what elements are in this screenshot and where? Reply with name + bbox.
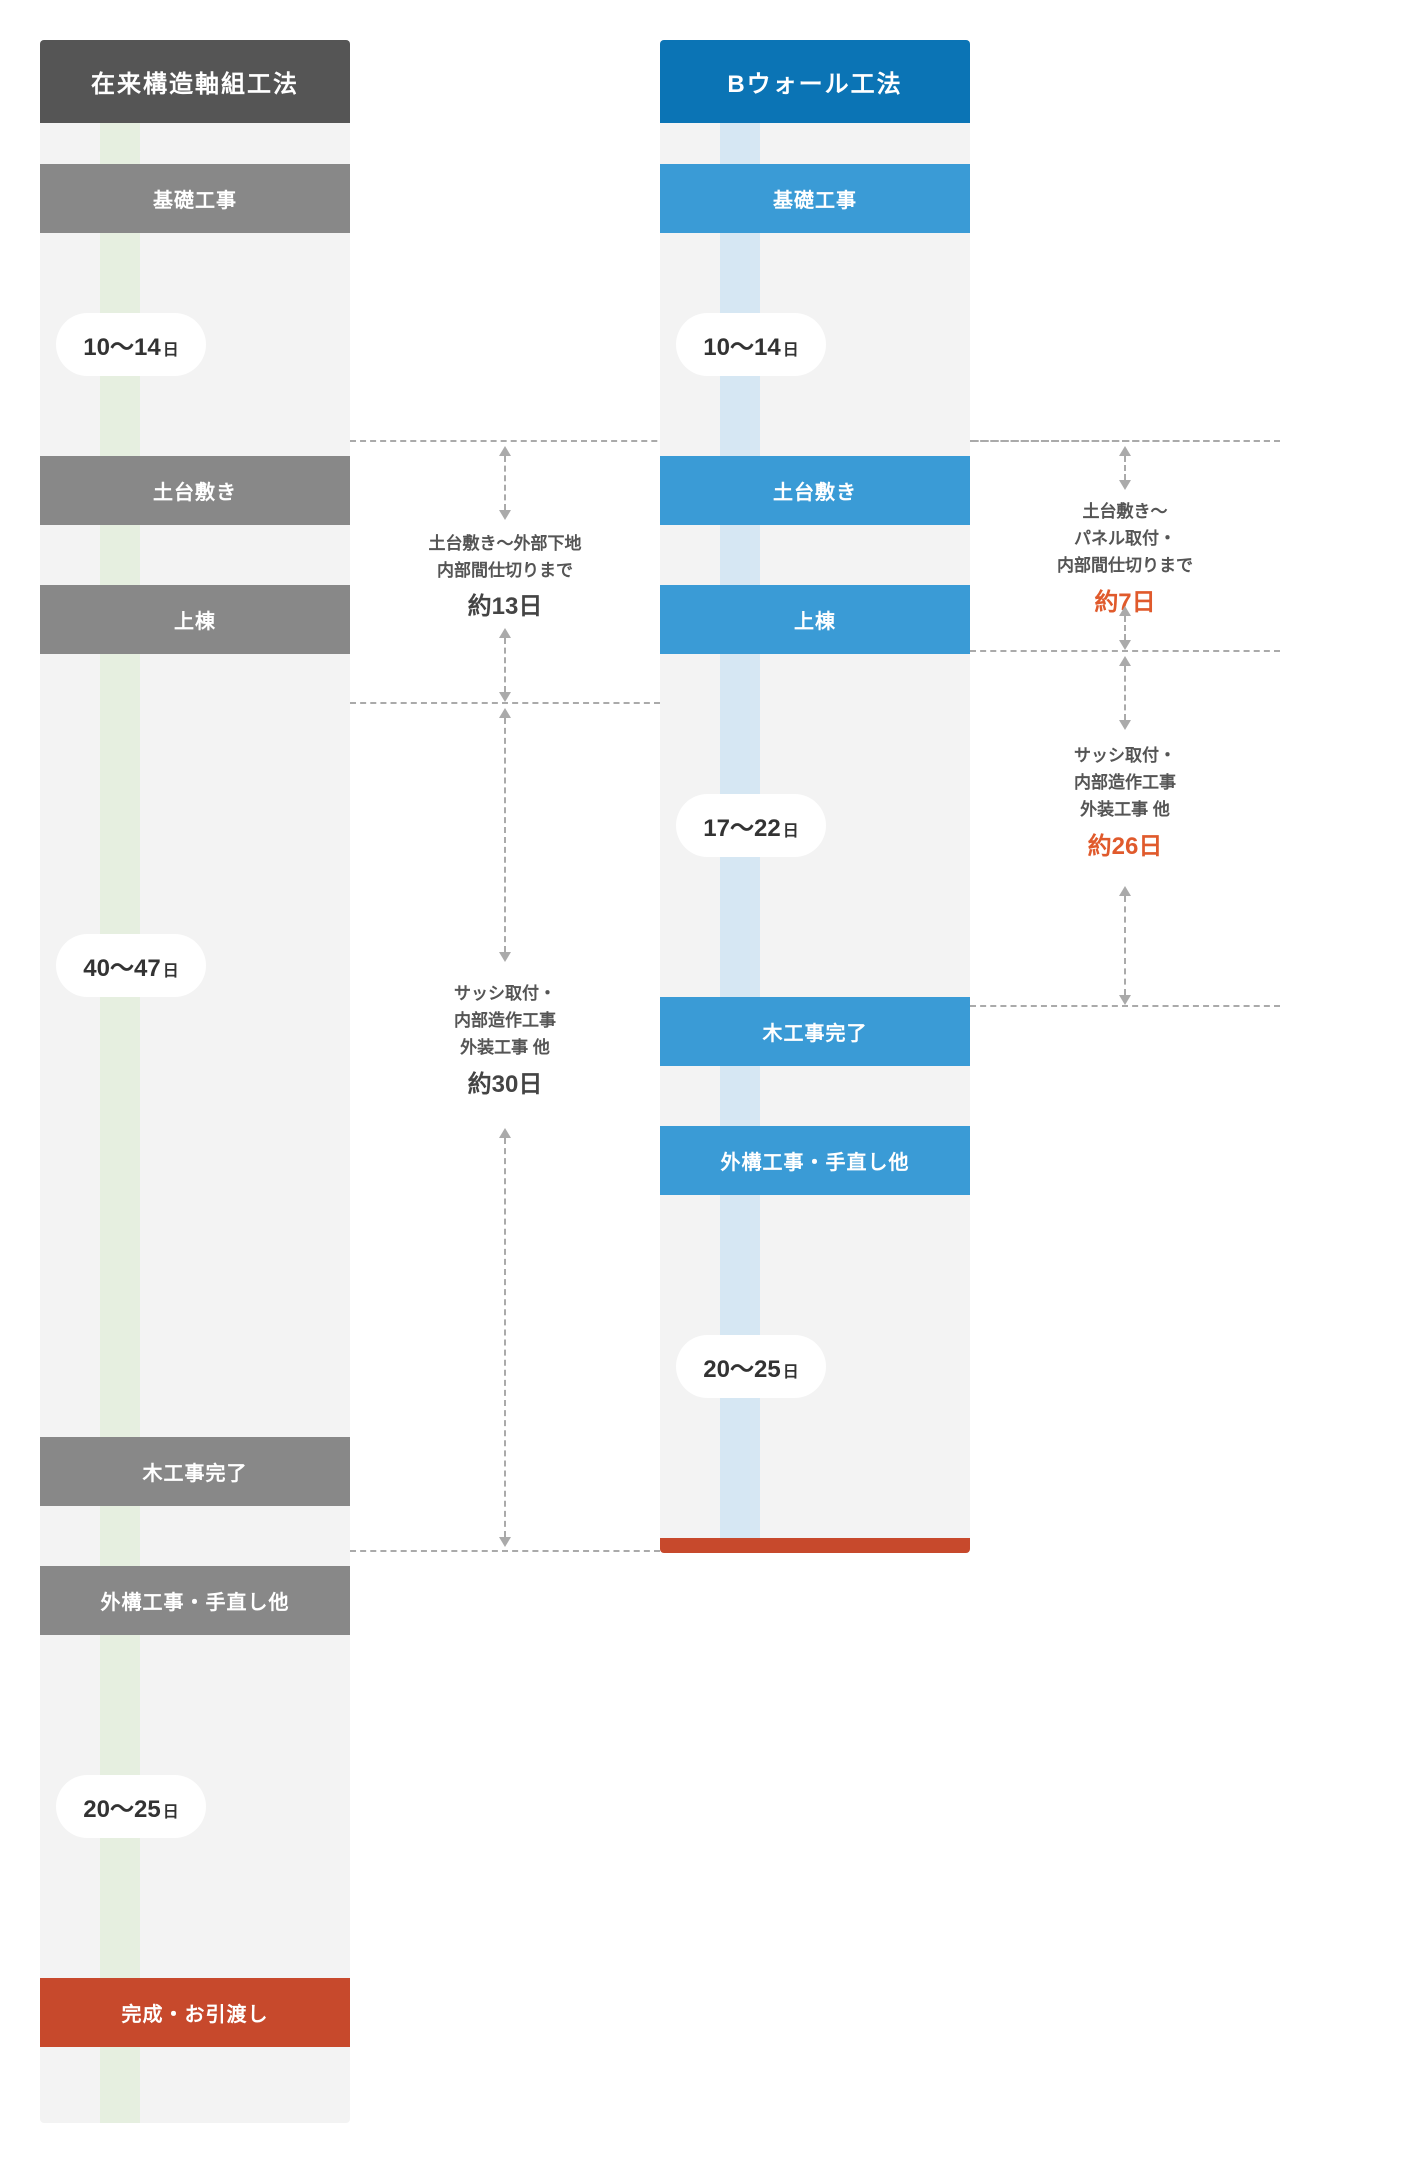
annotation-note: サッシ取付・ 内部造作工事 外装工事 他 約30日 xyxy=(350,970,660,1114)
step-complete: 完成・お引渡し xyxy=(40,1978,350,2047)
arrow-span xyxy=(1124,448,1126,488)
note-line: 外装工事 他 xyxy=(460,1038,550,1057)
arrow-span xyxy=(504,1130,506,1545)
note-line: 土台敷き～ xyxy=(1083,502,1168,521)
step-carpentry-done: 木工事完了 xyxy=(660,997,970,1066)
note-line: 内部間仕切りまで xyxy=(1057,556,1193,575)
day-suffix: 日 xyxy=(163,342,179,359)
note-line: 内部造作工事 xyxy=(454,1011,556,1030)
conventional-title: 在来構造軸組工法 xyxy=(40,40,350,123)
step-carpentry-done: 木工事完了 xyxy=(40,1437,350,1506)
duration-value: 20～25 xyxy=(83,1796,160,1823)
arrow-span xyxy=(1124,658,1126,728)
step-sill: 土台敷き xyxy=(40,456,350,525)
note-line: 内部間仕切りまで xyxy=(437,561,573,580)
duration-value: 17～22 xyxy=(703,815,780,842)
dashed-line xyxy=(970,650,1280,652)
day-suffix: 日 xyxy=(783,823,799,840)
duration-pill: 20～25日 xyxy=(56,1775,206,1838)
duration-pill: 17～22日 xyxy=(676,794,826,857)
note-line: サッシ取付・ xyxy=(1074,746,1176,765)
step-exterior: 外構工事・手直し他 xyxy=(40,1566,350,1635)
note-value: 約26日 xyxy=(990,828,1260,866)
bwall-title: Bウォール工法 xyxy=(660,40,970,123)
step-foundation: 基礎工事 xyxy=(40,164,350,233)
step-foundation: 基礎工事 xyxy=(660,164,970,233)
arrow-span xyxy=(504,630,506,700)
duration-pill: 20～25日 xyxy=(676,1335,826,1398)
day-suffix: 日 xyxy=(163,1804,179,1821)
step-raising: 上棟 xyxy=(40,585,350,654)
annotation-note: 土台敷き～外部下地 内部間仕切りまで 約13日 xyxy=(350,520,660,637)
arrow-span xyxy=(1124,888,1126,1003)
bwall-annotations: 土台敷き～ パネル取付・ 内部間仕切りまで 約7日 サッシ取付・ 内部造作工事 … xyxy=(970,40,1280,1550)
duration-value: 20～25 xyxy=(703,1356,780,1383)
duration-pill: 10～14日 xyxy=(56,313,206,376)
dashed-line xyxy=(350,1550,660,1552)
comparison-diagram: 在来構造軸組工法 基礎工事 10～14日 土台敷き 上棟 40～47日 木工事完… xyxy=(40,40,1368,2123)
dashed-line xyxy=(970,1005,1280,1007)
day-suffix: 日 xyxy=(783,1364,799,1381)
step-exterior: 外構工事・手直し他 xyxy=(660,1126,970,1195)
duration-pill: 10～14日 xyxy=(676,313,826,376)
note-line: 外装工事 他 xyxy=(1080,800,1170,819)
conventional-column: 在来構造軸組工法 基礎工事 10～14日 土台敷き 上棟 40～47日 木工事完… xyxy=(40,40,350,2123)
arrow-span xyxy=(1124,608,1126,648)
dashed-line xyxy=(350,702,660,704)
day-suffix: 日 xyxy=(783,342,799,359)
bwall-column: Bウォール工法 基礎工事 10～14日 土台敷き 上棟 17～22日 木工事完了… xyxy=(660,40,970,1553)
note-value: 約30日 xyxy=(370,1066,640,1104)
duration-value: 40～47 xyxy=(83,955,160,982)
note-line: パネル取付・ xyxy=(1074,529,1176,548)
note-line: サッシ取付・ xyxy=(454,984,556,1003)
note-value: 約13日 xyxy=(370,588,640,626)
note-line: 内部造作工事 xyxy=(1074,773,1176,792)
step-complete: 完成・お引渡し xyxy=(660,1538,970,1553)
day-suffix: 日 xyxy=(163,963,179,980)
conventional-annotations: 土台敷き～外部下地 内部間仕切りまで 約13日 サッシ取付・ 内部造作工事 外装… xyxy=(350,40,660,2120)
duration-value: 10～14 xyxy=(703,334,780,361)
dashed-line xyxy=(970,440,1280,442)
step-raising: 上棟 xyxy=(660,585,970,654)
note-line: 土台敷き～外部下地 xyxy=(429,534,582,553)
arrow-span xyxy=(504,710,506,960)
step-sill: 土台敷き xyxy=(660,456,970,525)
duration-pill: 40～47日 xyxy=(56,934,206,997)
arrow-span xyxy=(504,448,506,518)
duration-value: 10～14 xyxy=(83,334,160,361)
annotation-note: サッシ取付・ 内部造作工事 外装工事 他 約26日 xyxy=(970,732,1280,876)
